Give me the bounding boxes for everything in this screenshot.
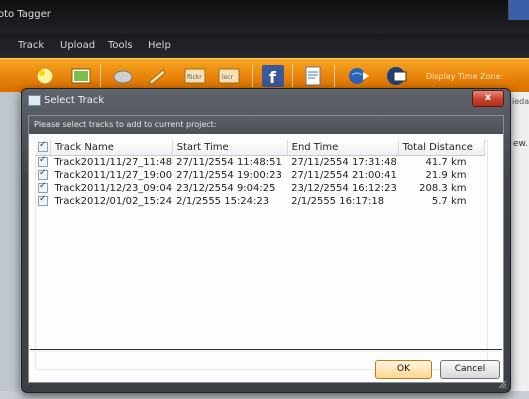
new-project-icon[interactable]: [34, 65, 56, 87]
menu-help[interactable]: Help: [148, 40, 171, 51]
gps-device-icon[interactable]: [112, 65, 134, 87]
ok-button[interactable]: OK: [375, 360, 432, 379]
start-time-cell: 23/12/2554 9:04:25: [176, 183, 276, 194]
facebook-icon[interactable]: f: [262, 65, 284, 87]
table-row[interactable]: Track2011/11/27_11:48 27/11/2554 11:48:5…: [35, 155, 485, 170]
row-checkbox[interactable]: [35, 155, 51, 170]
row-checkbox[interactable]: [35, 194, 51, 208]
prompt-bar: Please select tracks to add to current p…: [29, 116, 503, 134]
track-name-cell: Track2011/11/27_19:00: [54, 170, 173, 181]
track-name-cell: Track2011/11/27_11:48: [54, 157, 173, 168]
column-header-total-distance[interactable]: Total Distance: [398, 140, 486, 156]
svg-text:locr: locr: [222, 74, 234, 81]
geotag-icon[interactable]: [146, 65, 168, 87]
table-header-row: Track Name Start Time End Time Total Dis…: [35, 140, 486, 156]
dialog-titlebar[interactable]: Select Track x: [22, 89, 510, 113]
export-icon[interactable]: [302, 65, 324, 87]
track-grid: Track Name Start Time End Time Total Dis…: [35, 140, 486, 240]
open-photos-icon[interactable]: [70, 65, 92, 87]
end-time-cell: 27/11/2554 17:31:48: [291, 157, 397, 168]
track-name-cell: Track2011/12/23_09:04: [54, 183, 173, 194]
menu-track[interactable]: Track: [18, 40, 44, 51]
web-gallery-icon[interactable]: [386, 65, 408, 87]
prompt-text: Please select tracks to add to current p…: [34, 120, 217, 129]
google-earth-icon[interactable]: [348, 65, 370, 87]
svg-text:flickr: flickr: [187, 74, 202, 81]
distance-cell: 41.7 km: [425, 157, 467, 168]
menu-tools[interactable]: Tools: [108, 40, 133, 51]
checkbox-icon[interactable]: [38, 168, 48, 180]
flickr-icon[interactable]: flickr: [184, 65, 206, 87]
column-header-track-name[interactable]: Track Name: [50, 140, 173, 156]
track-table: Track Name Start Time End Time Total Dis…: [35, 140, 486, 208]
distance-cell: 5.7 km: [431, 196, 467, 207]
select-track-dialog: Select Track x Please select tracks to a…: [21, 88, 511, 393]
select-all-checkbox[interactable]: [35, 140, 51, 156]
svg-text:f: f: [269, 68, 277, 87]
start-time-cell: 27/11/2554 19:00:23: [176, 170, 282, 181]
window-icon: [28, 95, 41, 106]
checkbox-icon[interactable]: [38, 181, 48, 193]
cancel-button[interactable]: Cancel: [440, 360, 500, 379]
locr-icon[interactable]: locr: [218, 65, 240, 87]
end-time-cell: 2/1/2555 16:17:18: [291, 196, 385, 207]
start-time-cell: 27/11/2554 11:48:51: [176, 157, 282, 168]
menu-upload[interactable]: Upload: [60, 40, 95, 51]
table-row[interactable]: Track2011/11/27_19:00 27/11/2554 19:00:2…: [35, 168, 485, 182]
left-panel-edge: [0, 92, 20, 399]
app-window-controls[interactable]: [508, 0, 529, 20]
toolbar-separator: [292, 65, 293, 87]
column-header-start-time[interactable]: Start Time: [172, 140, 288, 156]
track-name-cell: Track2012/01/02_15:24: [54, 196, 173, 207]
checkbox-icon[interactable]: [38, 155, 48, 167]
distance-cell: 21.9 km: [425, 170, 467, 181]
end-time-cell: 23/12/2554 16:12:23: [291, 183, 397, 194]
display-time-zone-label: Display Time Zone:: [426, 72, 504, 81]
close-icon: x: [484, 92, 492, 103]
app-title: oto Tagger: [0, 9, 51, 20]
toolbar-separator: [252, 65, 253, 87]
table-row[interactable]: Track2011/12/23_09:04 23/12/2554 9:04:25…: [35, 181, 485, 195]
checkbox-icon[interactable]: [38, 140, 48, 152]
right-panel-text: ew.: [513, 139, 528, 149]
app-titlebar: oto Tagger: [0, 0, 529, 34]
dialog-divider: [30, 349, 502, 352]
dialog-title: Select Track: [44, 95, 105, 106]
toolbar-separator: [334, 65, 335, 87]
table-row[interactable]: Track2012/01/02_15:24 2/1/2555 15:24:23 …: [35, 194, 485, 208]
dialog-body: Please select tracks to add to current p…: [28, 115, 504, 383]
menu-bar: Track Upload Tools Help: [0, 34, 529, 58]
close-button[interactable]: x: [472, 90, 504, 107]
column-header-end-time[interactable]: End Time: [287, 140, 399, 156]
distance-cell: 208.3 km: [419, 183, 467, 194]
right-panel-label: ieda: [512, 97, 529, 106]
toolbar-separator: [100, 65, 101, 87]
start-time-cell: 2/1/2555 15:24:23: [176, 196, 270, 207]
resize-grip-icon[interactable]: [497, 379, 507, 389]
checkbox-icon[interactable]: [38, 194, 48, 206]
end-time-cell: 27/11/2554 21:00:41: [291, 170, 397, 181]
